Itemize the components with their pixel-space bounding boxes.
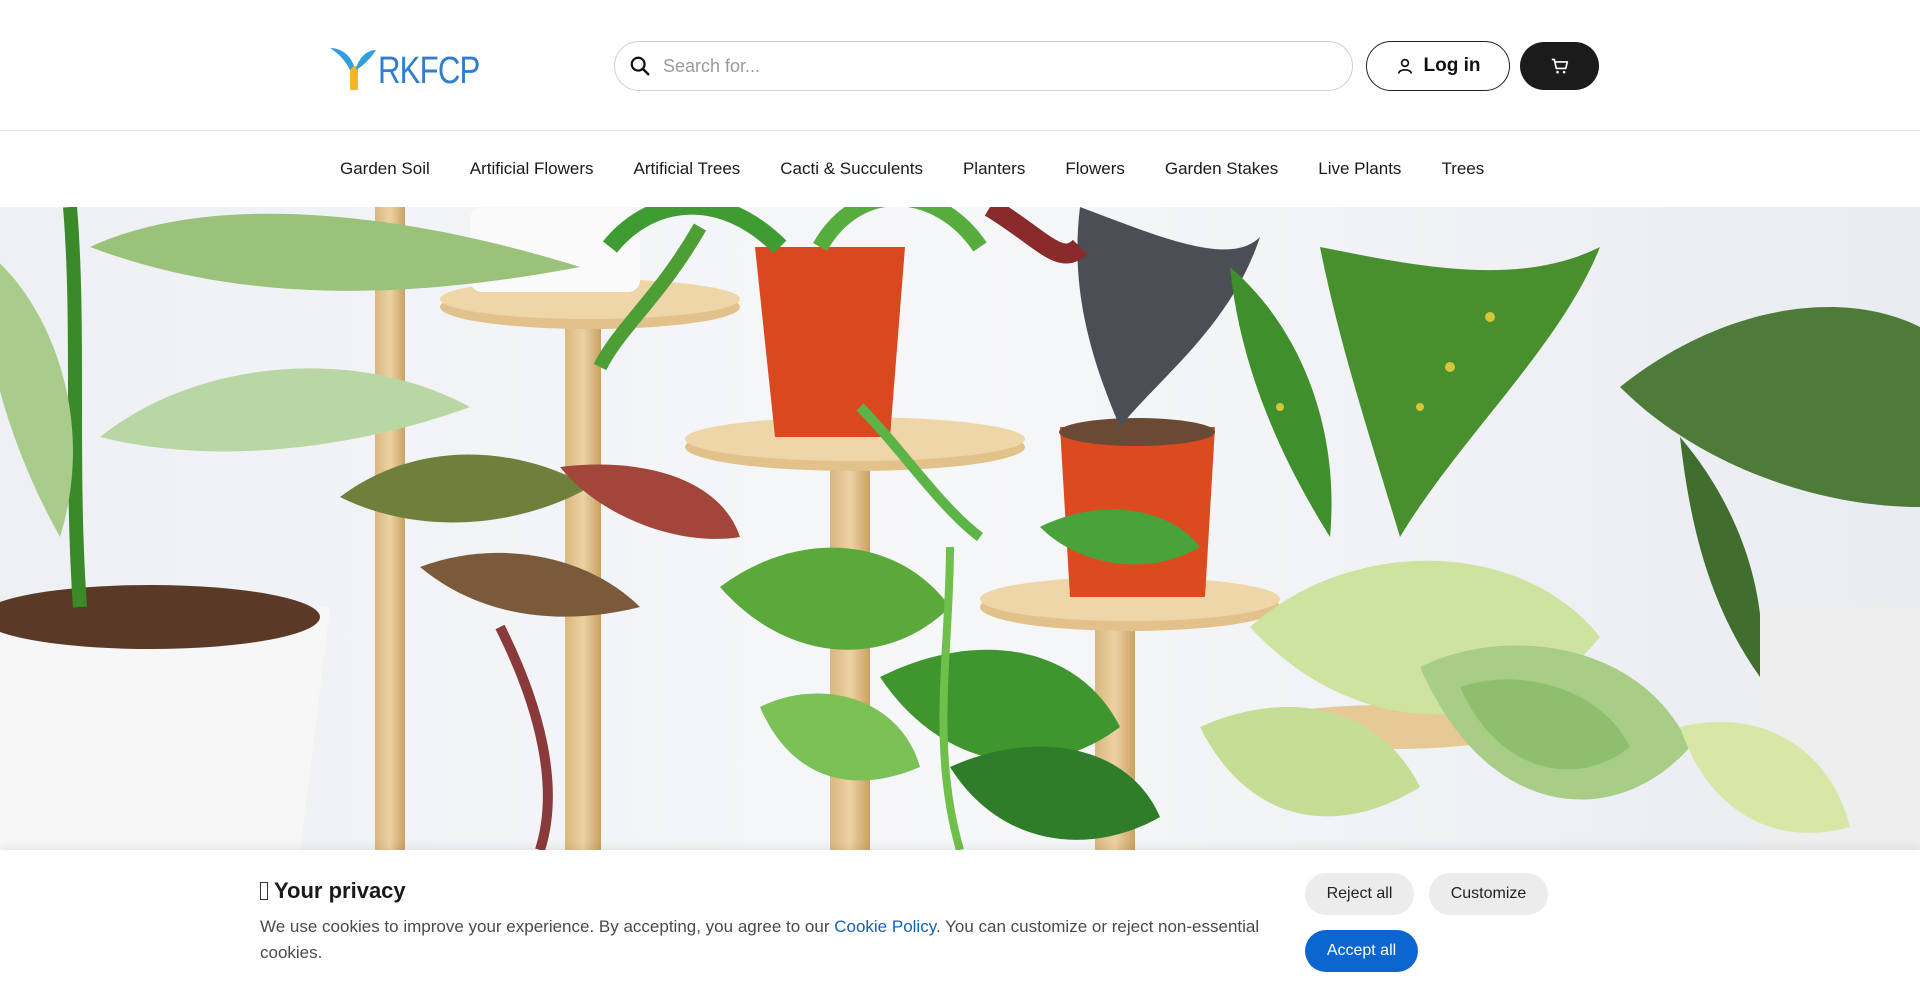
search-input[interactable] [663,55,1323,77]
customize-button[interactable]: Customize [1429,873,1548,915]
site-header: RKFCP Log in [0,0,1920,131]
search-icon[interactable] [629,55,651,77]
missing-glyph-icon [260,882,268,900]
nav-item-garden-soil[interactable]: Garden Soil [340,159,430,179]
cookie-title-row: Your privacy [260,878,406,904]
nav-item-live-plants[interactable]: Live Plants [1318,159,1401,179]
cookie-title: Your privacy [274,878,406,903]
brand-name: RKFCP [378,50,480,92]
nav-item-flowers[interactable]: Flowers [1065,159,1125,179]
cart-button[interactable] [1520,42,1599,90]
login-button[interactable]: Log in [1366,41,1510,91]
nav-item-trees[interactable]: Trees [1441,159,1484,179]
nav-item-cacti-succulents[interactable]: Cacti & Succulents [780,159,923,179]
hero-image [0,207,1920,850]
reject-all-button[interactable]: Reject all [1305,873,1414,915]
cookie-policy-link[interactable]: Cookie Policy [834,917,936,936]
search-bar [614,41,1353,91]
cart-icon [1551,58,1568,74]
logo[interactable]: RKFCP [330,40,502,92]
category-nav: Garden Soil Artificial Flowers Artificia… [0,131,1920,207]
nav-item-planters[interactable]: Planters [963,159,1025,179]
nav-item-artificial-flowers[interactable]: Artificial Flowers [470,159,594,179]
cookie-description: We use cookies to improve your experienc… [260,914,1280,966]
cookie-text-before: We use cookies to improve your experienc… [260,917,835,936]
houseplants-illustration [0,207,1920,850]
accept-all-button[interactable]: Accept all [1305,930,1418,972]
user-icon [1397,58,1412,74]
cookie-banner: Your privacy We use cookies to improve y… [0,850,1920,993]
login-label: Log in [1423,55,1481,76]
nav-item-artificial-trees[interactable]: Artificial Trees [634,159,741,179]
nav-item-garden-stakes[interactable]: Garden Stakes [1165,159,1278,179]
sprout-icon [330,48,376,90]
